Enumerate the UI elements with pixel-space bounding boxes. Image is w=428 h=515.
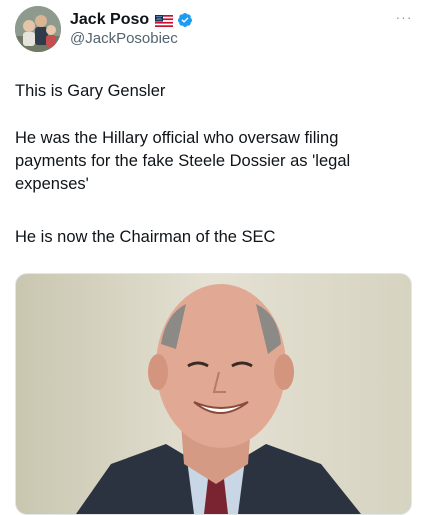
- tweet-paragraph: He was the Hillary official who oversaw …: [15, 129, 351, 193]
- tweet-card: Jack Poso @JackPosobiec ··· This is Gary…: [0, 0, 428, 515]
- more-options-icon[interactable]: ···: [394, 10, 414, 24]
- author-avatar[interactable]: [15, 6, 61, 52]
- verified-badge-icon[interactable]: [177, 12, 193, 28]
- author-handle[interactable]: @JackPosobiec: [70, 30, 178, 48]
- tweet-paragraph: This is Gary Gensler: [15, 82, 166, 100]
- tweet-paragraph: He is now the Chairman of the SEC: [15, 228, 276, 246]
- tweet-photo[interactable]: [15, 273, 412, 515]
- avatar-photo: [15, 6, 61, 52]
- us-flag-icon: [155, 14, 174, 27]
- author-name-row: Jack Poso: [70, 10, 193, 30]
- author-display-name[interactable]: Jack Poso: [70, 10, 149, 30]
- photo-image: [16, 274, 411, 514]
